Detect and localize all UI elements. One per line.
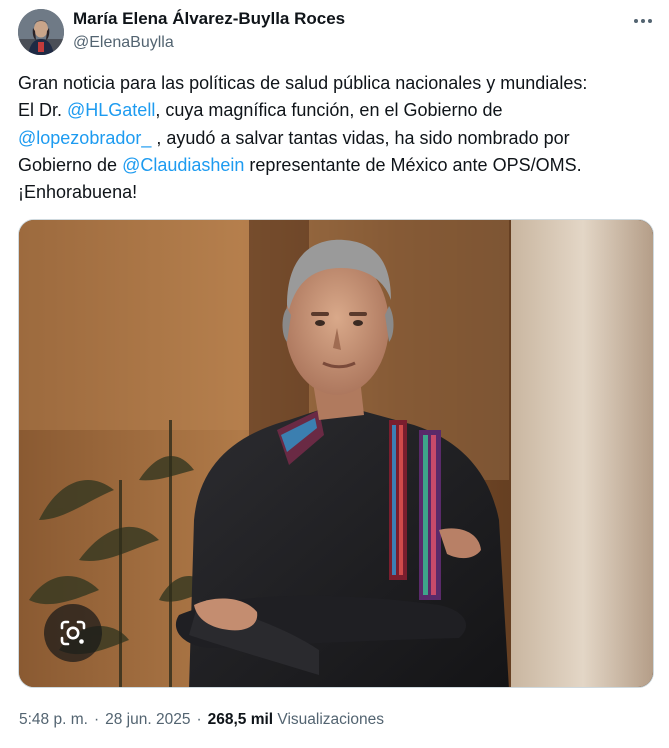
tweet-text-segment: El Dr. (18, 100, 68, 121)
tweet-text: Gran noticia para las políticas de salud… (18, 70, 658, 206)
tweet-time[interactable]: 5:48 p. m. (19, 711, 88, 728)
views-label: Visualizaciones (277, 711, 384, 728)
tweet-line: El Dr. @HLGatell, cuya magnífica función… (18, 97, 658, 124)
author-name[interactable]: María Elena Álvarez-Buylla Roces (73, 9, 345, 29)
avatar[interactable] (18, 9, 64, 55)
tweet-text-segment: representante de México ante OPS/OMS. (244, 154, 582, 175)
tweet-line: ¡Enhorabuena! (18, 182, 138, 203)
mention-link-claudiashein[interactable]: @Claudiashein (122, 155, 244, 175)
tweet-date[interactable]: 28 jun. 2025 (105, 711, 190, 728)
more-dots-icon[interactable] (628, 10, 658, 32)
mention-link-hlgatell[interactable]: @HLGatell (67, 100, 155, 120)
tweet-text-segment: , cuya magnífica función, en el Gobierno… (155, 100, 503, 121)
tweet-meta: 5:48 p. m. · 28 jun. 2025 · 268,5 mil Visual… (19, 710, 384, 730)
meta-separator: · (196, 711, 202, 728)
views-count: 268,5 mil (207, 711, 274, 728)
tweet-line: @lopezobrador_ , ayudó a salvar tantas v… (18, 125, 658, 152)
tweet-line: Gran noticia para las políticas de salud… (18, 73, 588, 93)
tweet-text-segment: Gobierno de (18, 154, 123, 175)
tweet-text-segment: , ayudó a salvar tantas vidas, ha sido n… (151, 127, 570, 148)
meta-separator: · (93, 711, 100, 728)
tweet-card: María Elena Álvarez-Buylla Roces @ElenaB… (0, 0, 669, 748)
mention-link-lopezobrador[interactable]: @lopezobrador_ (18, 128, 151, 148)
tweet-photo[interactable] (18, 219, 654, 688)
author-handle[interactable]: @ElenaBuylla (73, 33, 174, 53)
google-lens-icon[interactable] (44, 604, 102, 662)
tweet-line: Gobierno de @Claudiashein representante … (18, 152, 658, 179)
google-lens-glyph (60, 620, 86, 646)
